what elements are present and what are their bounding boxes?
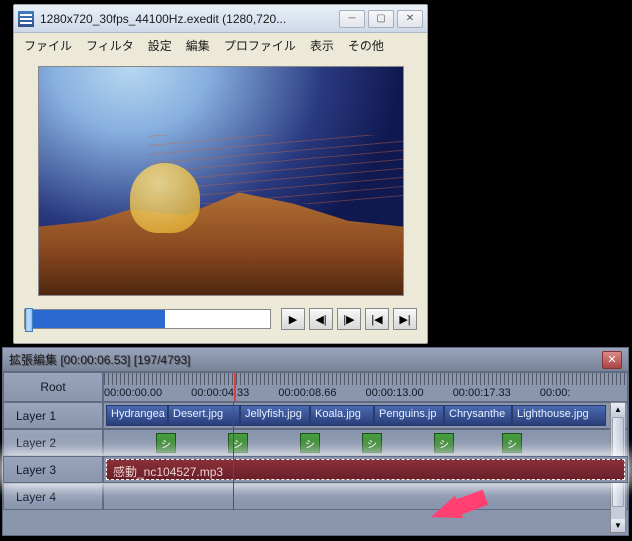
layer-2-track[interactable]: シシシシシシ — [103, 429, 628, 456]
timeline-title: 拡張編集 [00:00:06.53] [197/4793] — [9, 351, 602, 368]
image-clip[interactable]: Penguins.jp — [374, 405, 444, 426]
time-label: 00:00:04.33 — [191, 387, 278, 399]
image-clip[interactable]: Chrysanthe — [444, 405, 512, 426]
app-icon — [18, 11, 34, 27]
timeline-titlebar[interactable]: 拡張編集 [00:00:06.53] [197/4793] ✕ — [3, 348, 628, 372]
maximize-button[interactable]: ▢ — [368, 10, 394, 28]
menu-bar: ファイル フィルタ 設定 編集 プロファイル 表示 その他 — [14, 33, 427, 58]
layer-4-label[interactable]: Layer 4 — [3, 483, 103, 510]
menu-edit[interactable]: 編集 — [180, 35, 216, 56]
transition-clip[interactable]: シ — [300, 433, 320, 453]
layer-2-label[interactable]: Layer 2 — [3, 429, 103, 456]
audio-clip[interactable]: 感動_nc104527.mp3 — [106, 459, 625, 480]
image-clip[interactable]: Jellyfish.jpg — [240, 405, 310, 426]
layer-1-label[interactable]: Layer 1 — [3, 402, 103, 429]
time-label: 00:00:17.33 — [453, 387, 540, 399]
seek-bar[interactable] — [24, 309, 271, 329]
preview-window: 1280x720_30fps_44100Hz.exedit (1280,720.… — [13, 4, 428, 344]
close-button[interactable]: ✕ — [397, 10, 423, 28]
root-button[interactable]: Root — [3, 372, 103, 402]
prev-frame-button[interactable]: ◀| — [309, 308, 333, 330]
time-label: 00:00:00.00 — [104, 387, 191, 399]
transport-controls: ▶ ◀| |▶ |◀ ▶| — [14, 304, 427, 330]
image-clip[interactable]: Hydrangea — [106, 405, 168, 426]
menu-filter[interactable]: フィルタ — [80, 35, 140, 56]
image-clip[interactable]: Koala.jpg — [310, 405, 374, 426]
transition-clip[interactable]: シ — [434, 433, 454, 453]
time-label: 00:00:13.00 — [366, 387, 453, 399]
transition-clip[interactable]: シ — [156, 433, 176, 453]
menu-profile[interactable]: プロファイル — [218, 35, 302, 56]
timeline-layers: Layer 1 HydrangeaDesert.jpgJellyfish.jpg… — [3, 402, 628, 510]
transition-clip[interactable]: シ — [502, 433, 522, 453]
window-title: 1280x720_30fps_44100Hz.exedit (1280,720.… — [40, 12, 339, 26]
seek-handle[interactable] — [25, 308, 33, 332]
minimize-button[interactable]: ─ — [339, 10, 365, 28]
scroll-up-button[interactable]: ▲ — [611, 403, 625, 416]
preview-titlebar[interactable]: 1280x720_30fps_44100Hz.exedit (1280,720.… — [14, 5, 427, 33]
menu-other[interactable]: その他 — [342, 35, 390, 56]
time-label: 00:00:08.66 — [278, 387, 365, 399]
layer-3-label[interactable]: Layer 3 — [3, 456, 103, 483]
time-ruler[interactable]: 00:00:00.0000:00:04.3300:00:08.6600:00:1… — [103, 372, 628, 402]
menu-file[interactable]: ファイル — [18, 35, 78, 56]
scroll-down-button[interactable]: ▼ — [611, 519, 625, 532]
timeline-close-button[interactable]: ✕ — [602, 351, 622, 369]
video-preview[interactable] — [38, 66, 404, 296]
timeline-window: 拡張編集 [00:00:06.53] [197/4793] ✕ Root 00:… — [2, 347, 629, 536]
play-button[interactable]: ▶ — [281, 308, 305, 330]
last-frame-button[interactable]: ▶| — [393, 308, 417, 330]
image-clip[interactable]: Lighthouse.jpg — [512, 405, 606, 426]
menu-view[interactable]: 表示 — [304, 35, 340, 56]
layer-1-track[interactable]: HydrangeaDesert.jpgJellyfish.jpgKoala.jp… — [103, 402, 628, 429]
menu-settings[interactable]: 設定 — [142, 35, 178, 56]
transition-clip[interactable]: シ — [362, 433, 382, 453]
time-label: 00:00: — [540, 387, 627, 399]
first-frame-button[interactable]: |◀ — [365, 308, 389, 330]
layer-3-track[interactable]: 感動_nc104527.mp3 — [103, 456, 628, 483]
layer-4-track[interactable] — [103, 483, 628, 510]
image-clip[interactable]: Desert.jpg — [168, 405, 240, 426]
next-frame-button[interactable]: |▶ — [337, 308, 361, 330]
transition-clip[interactable]: シ — [228, 433, 248, 453]
